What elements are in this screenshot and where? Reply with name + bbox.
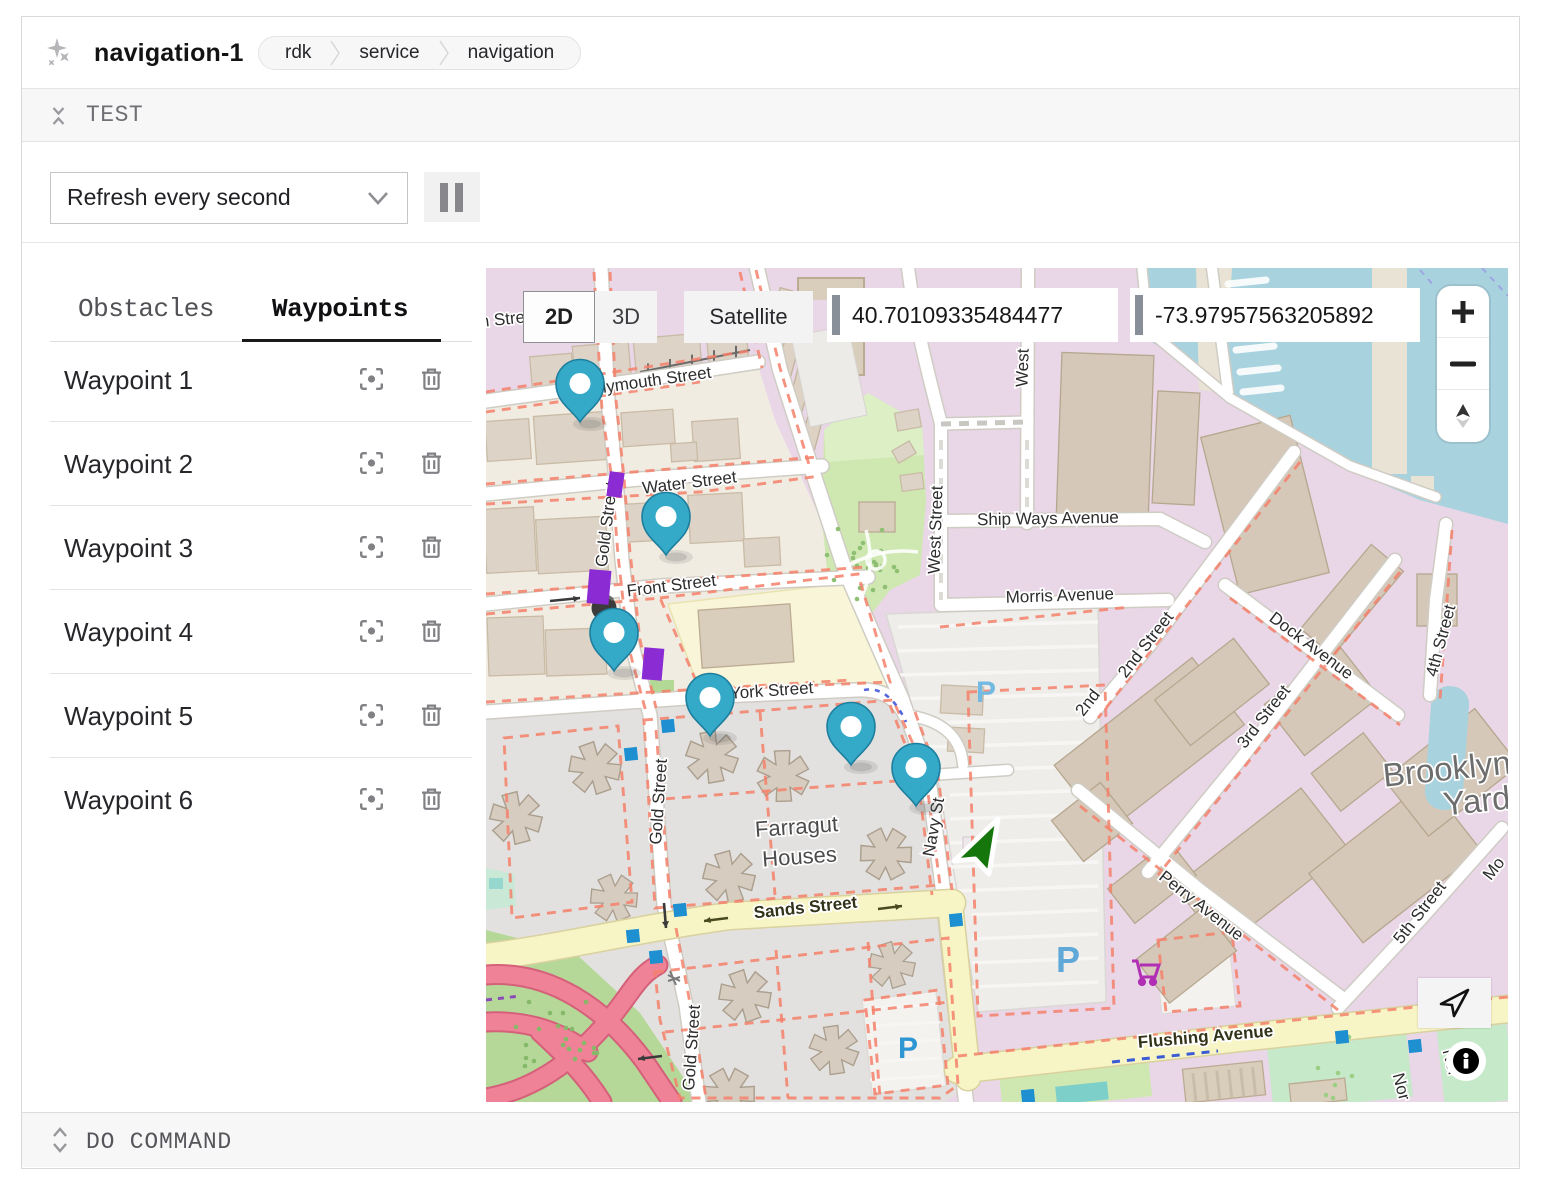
svg-text:West: West	[1012, 348, 1032, 387]
svg-text:West Street: West Street	[924, 485, 946, 574]
svg-text:P: P	[1056, 939, 1080, 980]
svg-text:Yard: Yard	[1441, 779, 1508, 823]
svg-text:P: P	[898, 1032, 918, 1065]
svg-text:Morris Avenue: Morris Avenue	[1005, 584, 1114, 607]
svg-text:Houses: Houses	[761, 841, 837, 871]
svg-text:Ship Ways Avenue: Ship Ways Avenue	[977, 508, 1119, 529]
svg-text:P: P	[976, 676, 996, 709]
